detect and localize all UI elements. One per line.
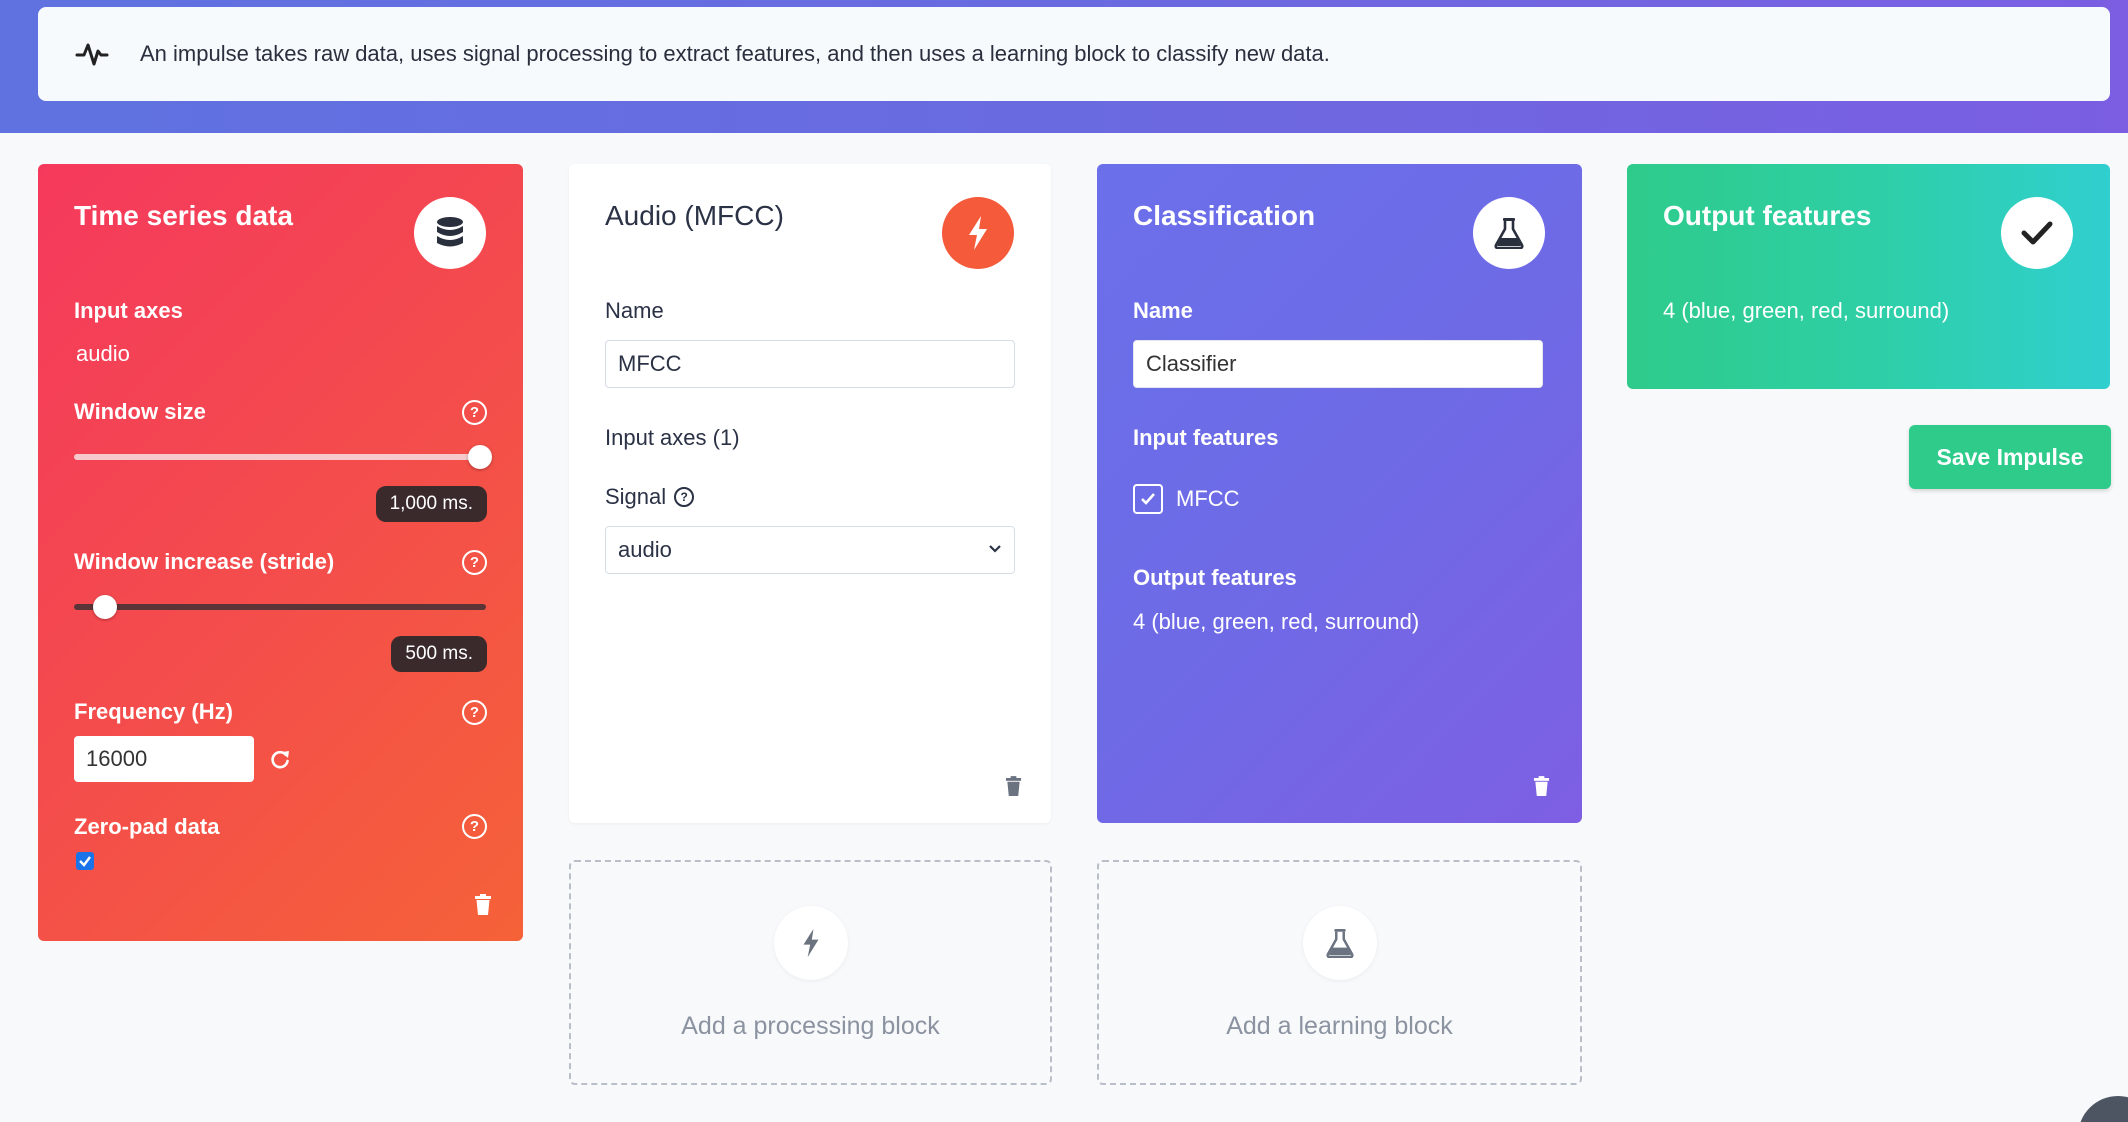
zero-pad-label: Zero-pad data: [74, 814, 220, 839]
mfcc-name-label: Name: [605, 298, 664, 323]
classification-output-label: Output features: [1133, 565, 1297, 590]
input-axes-value: audio: [76, 341, 130, 366]
output-value: 4 (blue, green, red, surround): [1663, 298, 1950, 323]
signal-select[interactable]: audio: [605, 526, 1015, 574]
classification-name-input[interactable]: Classifier: [1133, 340, 1543, 388]
classification-output-value: 4 (blue, green, red, surround): [1133, 609, 1420, 634]
impulse-info-bar: An impulse takes raw data, uses signal p…: [38, 7, 2110, 101]
save-impulse-button[interactable]: Save Impulse: [1909, 425, 2111, 489]
input-features-label: Input features: [1133, 425, 1279, 450]
stride-label: Window increase (stride): [74, 549, 335, 574]
window-size-value: 1,000 ms.: [375, 486, 487, 522]
processing-block-mfcc: Audio (MFCC) Name MFCC Input axes (1) Si…: [569, 164, 1051, 823]
frequency-input[interactable]: 16000: [74, 736, 254, 782]
flask-icon: [1302, 906, 1377, 980]
time-series-title: Time series data: [74, 200, 293, 231]
classification-title: Classification: [1133, 200, 1316, 231]
mfcc-input-axes-label: Input axes (1): [605, 425, 740, 450]
zero-pad-checkbox[interactable]: [76, 852, 94, 870]
learning-block-classification: Classification Name Classifier Input fea…: [1097, 164, 1582, 823]
mfcc-title: Audio (MFCC): [605, 200, 784, 231]
frequency-help-icon[interactable]: ?: [462, 700, 487, 725]
frequency-label: Frequency (Hz): [74, 699, 233, 724]
mfcc-feature-checkbox[interactable]: [1133, 484, 1163, 514]
window-size-help-icon[interactable]: ?: [462, 400, 487, 425]
signal-select-value: audio: [618, 537, 672, 562]
signal-label-row: Signal ?: [605, 484, 695, 510]
stride-slider-handle[interactable]: [93, 595, 118, 619]
trash-icon[interactable]: [1533, 776, 1550, 797]
window-size-slider-handle[interactable]: [468, 445, 492, 469]
signal-label: Signal: [605, 484, 667, 509]
add-processing-label: Add a processing block: [681, 1012, 940, 1040]
output-title: Output features: [1663, 200, 1872, 231]
add-processing-block[interactable]: Add a processing block: [569, 860, 1052, 1085]
trash-icon[interactable]: [1005, 776, 1022, 797]
flask-icon: [1473, 197, 1545, 269]
lightning-icon: [942, 197, 1014, 269]
input-axes-label: Input axes: [74, 298, 183, 323]
zero-pad-help-icon[interactable]: ?: [462, 814, 487, 839]
stride-value: 500 ms.: [391, 636, 487, 672]
stride-slider[interactable]: [74, 595, 486, 619]
refresh-icon[interactable]: [269, 748, 291, 770]
add-learning-block[interactable]: Add a learning block: [1097, 860, 1582, 1085]
mfcc-feature-label: MFCC: [1176, 486, 1240, 511]
database-icon: [414, 197, 486, 269]
signal-help-icon[interactable]: ?: [674, 487, 695, 507]
lightning-icon: [773, 906, 848, 980]
classification-name-label: Name: [1133, 298, 1193, 323]
time-series-block: Time series data Input axes audio Window…: [38, 164, 523, 941]
output-features-block: Output features 4 (blue, green, red, sur…: [1627, 164, 2110, 389]
check-icon: [2001, 197, 2073, 269]
help-chat-button[interactable]: [2078, 1096, 2128, 1122]
chevron-down-icon: [989, 545, 1001, 553]
add-learning-label: Add a learning block: [1226, 1012, 1453, 1040]
pulse-icon: [75, 43, 109, 66]
impulse-info-text: An impulse takes raw data, uses signal p…: [140, 41, 1330, 66]
mfcc-name-input[interactable]: MFCC: [605, 340, 1015, 388]
stride-help-icon[interactable]: ?: [462, 550, 487, 575]
trash-icon[interactable]: [474, 894, 492, 916]
window-size-label: Window size: [74, 399, 206, 424]
window-size-slider[interactable]: [74, 445, 492, 469]
